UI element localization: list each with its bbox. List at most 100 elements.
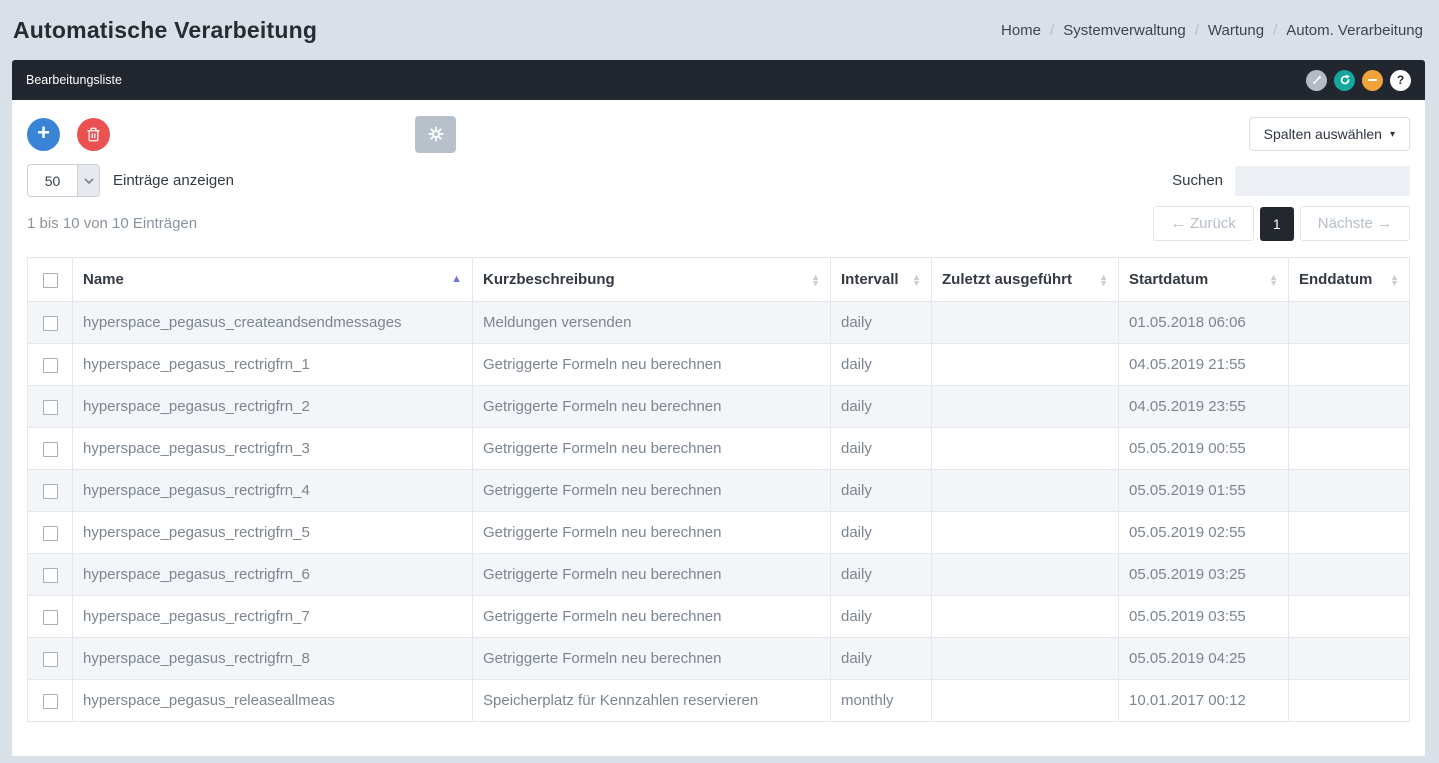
- row-select-cell: [28, 470, 73, 512]
- delete-button[interactable]: [77, 118, 110, 151]
- cell-name: hyperspace_pegasus_rectrigfrn_6: [73, 554, 473, 596]
- select-columns-button[interactable]: Spalten auswählen ▾: [1249, 117, 1410, 151]
- add-button[interactable]: +: [27, 118, 60, 151]
- column-header-name[interactable]: Name ▲: [73, 258, 473, 302]
- cell-intervall: daily: [831, 638, 932, 680]
- cell-intervall: daily: [831, 386, 932, 428]
- cell-zuletzt-ausgefuehrt: [932, 428, 1119, 470]
- cell-enddatum: [1289, 512, 1410, 554]
- row-checkbox[interactable]: [43, 568, 58, 583]
- refresh-icon[interactable]: [1334, 70, 1355, 91]
- row-checkbox[interactable]: [43, 400, 58, 415]
- breadcrumb-current: Autom. Verarbeitung: [1286, 22, 1423, 39]
- cell-zuletzt-ausgefuehrt: [932, 470, 1119, 512]
- cell-name: hyperspace_pegasus_rectrigfrn_1: [73, 344, 473, 386]
- table-row: hyperspace_pegasus_rectrigfrn_5 Getrigge…: [28, 512, 1410, 554]
- page-length-select[interactable]: 50: [27, 164, 100, 197]
- cell-kurzbeschreibung: Getriggerte Formeln neu berechnen: [473, 638, 831, 680]
- cell-zuletzt-ausgefuehrt: [932, 512, 1119, 554]
- row-select-cell: [28, 638, 73, 680]
- cell-zuletzt-ausgefuehrt: [932, 596, 1119, 638]
- row-checkbox[interactable]: [43, 316, 58, 331]
- topbar: Automatische Verarbeitung Home / Systemv…: [0, 0, 1439, 60]
- cell-kurzbeschreibung: Getriggerte Formeln neu berechnen: [473, 512, 831, 554]
- panel-header-icons: ?: [1306, 70, 1411, 91]
- cell-kurzbeschreibung: Meldungen versenden: [473, 302, 831, 344]
- row-checkbox[interactable]: [43, 652, 58, 667]
- sort-icon: ▲▼: [1099, 274, 1108, 286]
- column-header-zuletzt-ausgefuehrt[interactable]: Zuletzt ausgeführt ▲▼: [932, 258, 1119, 302]
- column-header-startdatum[interactable]: Startdatum ▲▼: [1119, 258, 1289, 302]
- breadcrumb-separator: /: [1273, 22, 1277, 39]
- cell-intervall: monthly: [831, 680, 932, 722]
- entries-info: 1 bis 10 von 10 Einträgen: [27, 215, 197, 232]
- cell-startdatum: 05.05.2019 03:55: [1119, 596, 1289, 638]
- row-checkbox[interactable]: [43, 358, 58, 373]
- table-row: hyperspace_pegasus_rectrigfrn_1 Getrigge…: [28, 344, 1410, 386]
- table-row: hyperspace_pegasus_rectrigfrn_6 Getrigge…: [28, 554, 1410, 596]
- row-checkbox[interactable]: [43, 610, 58, 625]
- cell-name: hyperspace_pegasus_rectrigfrn_5: [73, 512, 473, 554]
- cell-zuletzt-ausgefuehrt: [932, 638, 1119, 680]
- table-controls-row: 50 Einträge anzeigen Suchen: [27, 164, 1410, 197]
- cell-enddatum: [1289, 470, 1410, 512]
- cell-startdatum: 04.05.2019 21:55: [1119, 344, 1289, 386]
- cell-zuletzt-ausgefuehrt: [932, 680, 1119, 722]
- cell-kurzbeschreibung: Speicherplatz für Kennzahlen reservieren: [473, 680, 831, 722]
- cell-intervall: daily: [831, 428, 932, 470]
- cell-intervall: daily: [831, 302, 932, 344]
- cell-name: hyperspace_pegasus_rectrigfrn_8: [73, 638, 473, 680]
- cell-enddatum: [1289, 638, 1410, 680]
- row-checkbox[interactable]: [43, 694, 58, 709]
- cell-name: hyperspace_pegasus_rectrigfrn_4: [73, 470, 473, 512]
- row-checkbox[interactable]: [43, 526, 58, 541]
- cell-enddatum: [1289, 680, 1410, 722]
- column-header-enddatum[interactable]: Enddatum ▲▼: [1289, 258, 1410, 302]
- cell-zuletzt-ausgefuehrt: [932, 554, 1119, 596]
- select-all-checkbox[interactable]: [43, 273, 58, 288]
- panel-title: Bearbeitungsliste: [26, 73, 122, 87]
- page-length-label: Einträge anzeigen: [113, 172, 234, 189]
- table-row: hyperspace_pegasus_createandsendmessages…: [28, 302, 1410, 344]
- sort-asc-icon: ▲: [451, 274, 462, 285]
- pagination-page-1[interactable]: 1: [1260, 207, 1294, 241]
- row-select-cell: [28, 344, 73, 386]
- table-row: hyperspace_pegasus_rectrigfrn_8 Getrigge…: [28, 638, 1410, 680]
- cell-kurzbeschreibung: Getriggerte Formeln neu berechnen: [473, 386, 831, 428]
- search-label: Suchen: [1172, 172, 1223, 189]
- breadcrumb-home[interactable]: Home: [1001, 22, 1041, 39]
- pagination-next-button[interactable]: Nächste →: [1300, 206, 1410, 241]
- help-icon[interactable]: ?: [1390, 70, 1411, 91]
- panel-header: Bearbeitungsliste ?: [12, 60, 1425, 100]
- minus-icon[interactable]: [1362, 70, 1383, 91]
- settings-button[interactable]: [415, 116, 456, 153]
- cell-intervall: daily: [831, 512, 932, 554]
- pagination: ← Zurück 1 Nächste →: [1153, 206, 1410, 241]
- trash-icon: [86, 127, 101, 142]
- pagination-prev-button[interactable]: ← Zurück: [1153, 206, 1254, 241]
- column-header-intervall[interactable]: Intervall ▲▼: [831, 258, 932, 302]
- cell-startdatum: 04.05.2019 23:55: [1119, 386, 1289, 428]
- search-area: Suchen: [1172, 166, 1410, 196]
- link-icon[interactable]: [1306, 70, 1327, 91]
- cell-startdatum: 05.05.2019 04:25: [1119, 638, 1289, 680]
- cell-intervall: daily: [831, 554, 932, 596]
- cell-enddatum: [1289, 596, 1410, 638]
- chevron-down-icon: [77, 165, 99, 196]
- row-checkbox[interactable]: [43, 442, 58, 457]
- cell-kurzbeschreibung: Getriggerte Formeln neu berechnen: [473, 428, 831, 470]
- breadcrumb-wartung[interactable]: Wartung: [1208, 22, 1264, 39]
- cell-startdatum: 05.05.2019 00:55: [1119, 428, 1289, 470]
- row-select-cell: [28, 680, 73, 722]
- column-header-kurzbeschreibung[interactable]: Kurzbeschreibung ▲▼: [473, 258, 831, 302]
- search-input[interactable]: [1235, 166, 1410, 196]
- toolbar: +: [27, 115, 1410, 153]
- row-checkbox[interactable]: [43, 484, 58, 499]
- caret-down-icon: ▾: [1390, 129, 1395, 140]
- plus-icon: +: [37, 122, 50, 144]
- breadcrumb: Home / Systemverwaltung / Wartung / Auto…: [1001, 22, 1423, 39]
- breadcrumb-systemverwaltung[interactable]: Systemverwaltung: [1063, 22, 1186, 39]
- row-select-cell: [28, 554, 73, 596]
- info-row: 1 bis 10 von 10 Einträgen ← Zurück 1 Näc…: [27, 206, 1410, 241]
- cell-kurzbeschreibung: Getriggerte Formeln neu berechnen: [473, 470, 831, 512]
